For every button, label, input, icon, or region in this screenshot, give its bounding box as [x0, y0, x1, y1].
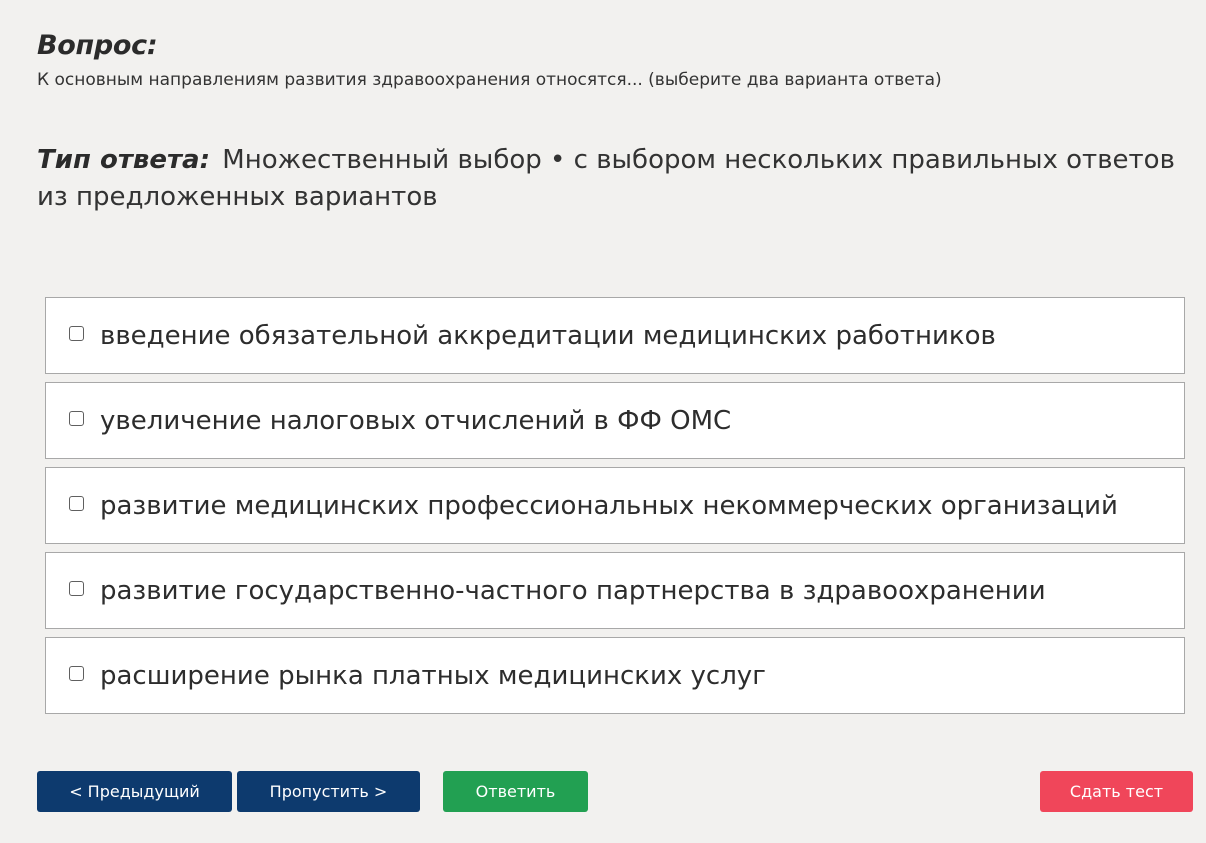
- option-3[interactable]: развитие медицинских профессиональных не…: [45, 467, 1185, 544]
- option-label-1: введение обязательной аккредитации медиц…: [100, 320, 996, 351]
- answer-type-label: Тип ответа:: [37, 145, 210, 175]
- checkbox-3[interactable]: [69, 496, 84, 511]
- submit-test-button[interactable]: Сдать тест: [1040, 771, 1193, 812]
- skip-button[interactable]: Пропустить >: [237, 771, 420, 812]
- option-label-5: расширение рынка платных медицинских усл…: [100, 660, 766, 691]
- options-list: введение обязательной аккредитации медиц…: [45, 297, 1185, 722]
- option-1[interactable]: введение обязательной аккредитации медиц…: [45, 297, 1185, 374]
- option-label-3: развитие медицинских профессиональных не…: [100, 490, 1118, 521]
- question-heading: Вопрос:: [37, 30, 158, 61]
- option-label-2: увеличение налоговых отчислений в ФФ ОМС: [100, 405, 732, 436]
- option-5[interactable]: расширение рынка платных медицинских усл…: [45, 637, 1185, 714]
- option-label-4: развитие государственно-частного партнер…: [100, 575, 1046, 606]
- answer-button[interactable]: Ответить: [443, 771, 588, 812]
- checkbox-5[interactable]: [69, 666, 84, 681]
- option-4[interactable]: развитие государственно-частного партнер…: [45, 552, 1185, 629]
- option-2[interactable]: увеличение налоговых отчислений в ФФ ОМС: [45, 382, 1185, 459]
- checkbox-2[interactable]: [69, 411, 84, 426]
- previous-button[interactable]: < Предыдущий: [37, 771, 232, 812]
- checkbox-1[interactable]: [69, 326, 84, 341]
- checkbox-4[interactable]: [69, 581, 84, 596]
- question-text: К основным направлениям развития здравоо…: [37, 70, 942, 90]
- answer-type: Тип ответа: Множественный выбор • с выбо…: [37, 142, 1187, 216]
